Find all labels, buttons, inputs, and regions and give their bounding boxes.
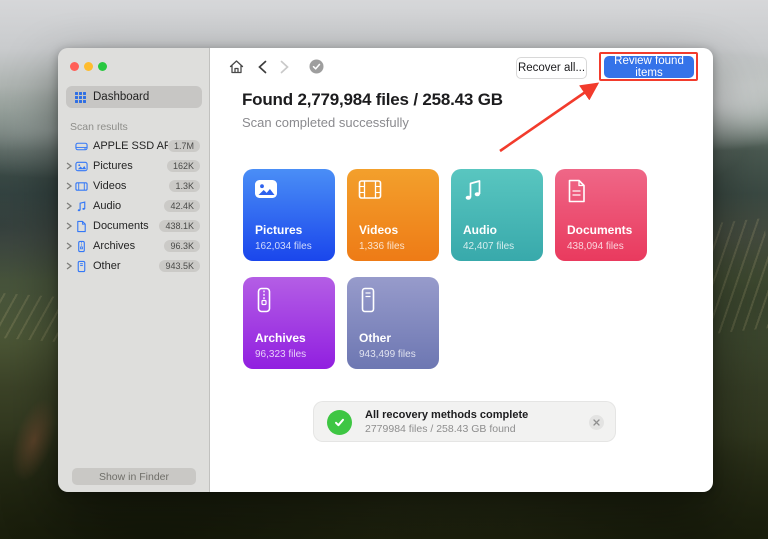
notification-banner: All recovery methods complete 2779984 fi… — [313, 401, 616, 442]
chevron-right-icon[interactable] — [64, 162, 74, 170]
main-pane: Recover all... Review found items Found … — [210, 48, 713, 492]
chevron-right-icon[interactable] — [64, 262, 74, 270]
count-badge: 438.1K — [159, 220, 200, 232]
tile-audio[interactable]: Audio 42,407 files — [451, 169, 543, 261]
recover-all-button[interactable]: Recover all... — [516, 57, 587, 79]
count-badge: 162K — [167, 160, 200, 172]
home-icon[interactable] — [228, 59, 245, 75]
videos-icon — [358, 179, 382, 205]
count-badge: 1.3K — [169, 180, 200, 192]
tile-archives[interactable]: Archives 96,323 files — [243, 277, 335, 369]
close-window-button[interactable] — [70, 62, 79, 71]
sidebar-item-label: APPLE SSD AP0... — [93, 140, 168, 152]
sidebar-item-documents[interactable]: Documents 438.1K — [58, 216, 210, 236]
count-badge: 42.4K — [164, 200, 200, 212]
tile-label: Archives — [255, 331, 306, 345]
close-icon[interactable] — [589, 415, 604, 430]
documents-icon — [74, 220, 88, 233]
tile-pictures[interactable]: Pictures 162,034 files — [243, 169, 335, 261]
count-badge: 943.5K — [159, 260, 200, 272]
tile-count: 438,094 files — [567, 241, 624, 252]
notification-subtitle: 2779984 files / 258.43 GB found — [365, 423, 516, 435]
minimize-window-button[interactable] — [84, 62, 93, 71]
audio-icon — [462, 179, 484, 207]
chevron-right-icon[interactable] — [64, 242, 74, 250]
show-in-finder-button[interactable]: Show in Finder — [72, 468, 196, 485]
pictures-icon — [254, 179, 278, 205]
documents-icon — [566, 179, 587, 208]
count-badge: 1.7M — [168, 140, 200, 152]
tile-other[interactable]: Other 943,499 files — [347, 277, 439, 369]
other-icon — [358, 287, 378, 318]
sidebar-item-videos[interactable]: Videos 1.3K — [58, 176, 210, 196]
tile-count: 96,323 files — [255, 349, 306, 360]
notification-title: All recovery methods complete — [365, 409, 528, 421]
page-subtitle: Scan completed successfully — [242, 115, 409, 130]
desktop: Dashboard Scan results APPLE SSD AP0... … — [0, 0, 768, 539]
sidebar-item-label: Documents — [93, 220, 149, 232]
tile-videos[interactable]: Videos 1,336 files — [347, 169, 439, 261]
sidebar-item-label: Videos — [93, 180, 126, 192]
sidebar-item-archives[interactable]: Archives 96.3K — [58, 236, 210, 256]
tile-count: 1,336 files — [359, 241, 405, 252]
tile-label: Audio — [463, 223, 497, 237]
tile-count: 162,034 files — [255, 241, 312, 252]
tile-documents[interactable]: Documents 438,094 files — [555, 169, 647, 261]
scan-results-list: APPLE SSD AP0... 1.7M Pictures 162K — [58, 136, 210, 276]
sidebar-item-label: Other — [93, 260, 121, 272]
chevron-right-icon[interactable] — [64, 182, 74, 190]
tile-count: 943,499 files — [359, 349, 416, 360]
sidebar-item-label: Audio — [93, 200, 121, 212]
sidebar: Dashboard Scan results APPLE SSD AP0... … — [58, 48, 210, 492]
audio-icon — [74, 200, 88, 213]
check-circle-icon — [327, 410, 352, 435]
chevron-right-icon[interactable] — [64, 222, 74, 230]
sidebar-item-audio[interactable]: Audio 42.4K — [58, 196, 210, 216]
pictures-icon — [74, 160, 88, 173]
tile-label: Documents — [567, 223, 632, 237]
page-title: Found 2,779,984 files / 258.43 GB — [242, 90, 503, 110]
back-icon[interactable] — [258, 60, 267, 74]
archives-icon — [254, 287, 274, 318]
sidebar-item-apple-ssd[interactable]: APPLE SSD AP0... 1.7M — [58, 136, 210, 156]
category-tiles: Pictures 162,034 files Videos 1,336 file… — [243, 169, 663, 369]
count-badge: 96.3K — [164, 240, 200, 252]
chevron-right-icon[interactable] — [64, 202, 74, 210]
scan-complete-icon — [309, 59, 324, 74]
forward-icon[interactable] — [280, 60, 289, 74]
sidebar-section-label: Scan results — [70, 121, 128, 133]
other-icon — [74, 260, 88, 273]
sidebar-item-label: Dashboard — [93, 91, 149, 103]
grid-icon — [75, 92, 86, 103]
tile-label: Pictures — [255, 223, 302, 237]
review-found-items-button[interactable]: Review found items — [604, 56, 694, 78]
window-controls — [70, 62, 107, 71]
disk-icon — [74, 140, 88, 153]
sidebar-item-label: Pictures — [93, 160, 133, 172]
sidebar-item-label: Archives — [93, 240, 135, 252]
tile-label: Videos — [359, 223, 398, 237]
sidebar-item-dashboard[interactable]: Dashboard — [66, 86, 202, 108]
zoom-window-button[interactable] — [98, 62, 107, 71]
sidebar-item-other[interactable]: Other 943.5K — [58, 256, 210, 276]
tile-count: 42,407 files — [463, 241, 514, 252]
videos-icon — [74, 180, 88, 193]
tile-label: Other — [359, 331, 391, 345]
archives-icon — [74, 240, 88, 253]
app-window: Dashboard Scan results APPLE SSD AP0... … — [58, 48, 713, 492]
sidebar-item-pictures[interactable]: Pictures 162K — [58, 156, 210, 176]
